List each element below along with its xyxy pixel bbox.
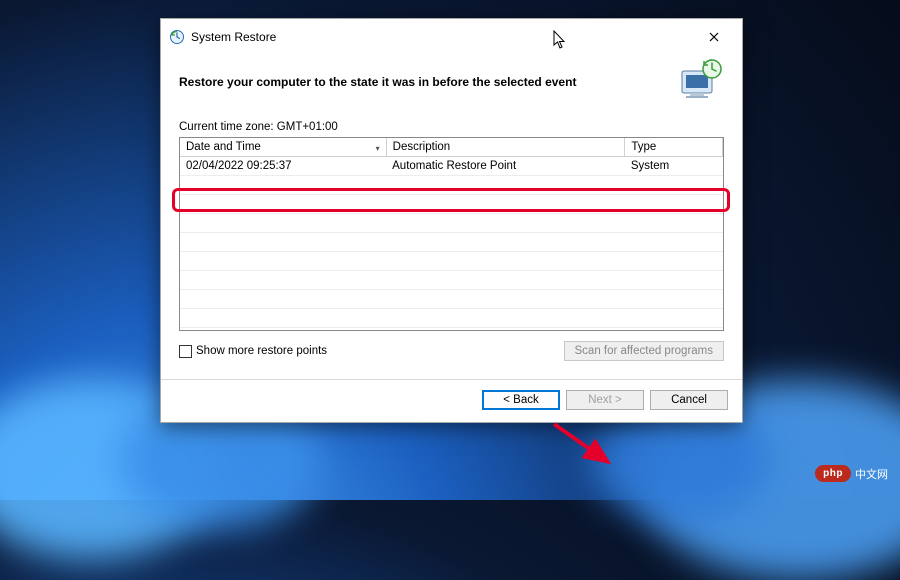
column-header-type-label: Type — [631, 141, 656, 153]
table-row: . — [180, 233, 723, 252]
table-row: . — [180, 252, 723, 271]
column-header-description[interactable]: Description — [386, 138, 625, 157]
system-restore-dialog: System Restore Restore your computer to … — [160, 18, 743, 423]
page-heading: Restore your computer to the state it wa… — [179, 71, 676, 89]
cell-description: Automatic Restore Point — [386, 157, 625, 176]
dialog-content: Restore your computer to the state it wa… — [161, 53, 742, 371]
scan-affected-programs-button: Scan for affected programs — [564, 341, 725, 361]
table-row: . — [180, 176, 723, 195]
show-more-restore-points-checkbox[interactable]: Show more restore points — [179, 345, 327, 358]
watermark: php 中文网 — [815, 465, 888, 482]
cell-type: System — [625, 157, 723, 176]
back-button[interactable]: < Back — [482, 390, 560, 410]
dialog-footer: < Back Next > Cancel — [161, 379, 742, 422]
sort-caret-icon: ▾ — [376, 144, 380, 153]
next-button[interactable]: Next > — [566, 390, 644, 410]
titlebar: System Restore — [161, 19, 742, 53]
cancel-label: Cancel — [671, 394, 707, 406]
close-button[interactable] — [694, 25, 734, 49]
cancel-button[interactable]: Cancel — [650, 390, 728, 410]
watermark-brand: php — [815, 465, 851, 482]
scan-label: Scan for affected programs — [575, 345, 714, 357]
table-row: . — [180, 290, 723, 309]
watermark-suffix: 中文网 — [855, 466, 888, 482]
next-label: Next > — [588, 394, 622, 406]
table-row: . — [180, 271, 723, 290]
restore-hero-icon — [676, 57, 724, 103]
column-header-date[interactable]: Date and Time ▾ — [180, 138, 386, 157]
restore-points-table-wrap: Date and Time ▾ Description Type 02/04/2… — [179, 137, 724, 331]
system-restore-icon — [169, 29, 185, 45]
column-header-type[interactable]: Type — [625, 138, 723, 157]
show-more-label: Show more restore points — [196, 345, 327, 357]
back-label: < Back — [503, 394, 538, 406]
column-header-description-label: Description — [393, 141, 451, 153]
window-title: System Restore — [191, 30, 694, 44]
table-row[interactable]: 02/04/2022 09:25:37 Automatic Restore Po… — [180, 157, 723, 176]
table-row: . — [180, 214, 723, 233]
table-row: . — [180, 195, 723, 214]
table-row: . — [180, 309, 723, 328]
cell-date: 02/04/2022 09:25:37 — [180, 157, 386, 176]
column-header-date-label: Date and Time — [186, 141, 261, 153]
timezone-label: Current time zone: GMT+01:00 — [179, 121, 724, 133]
restore-points-table: Date and Time ▾ Description Type 02/04/2… — [180, 138, 723, 328]
checkbox-box-icon — [179, 345, 192, 358]
